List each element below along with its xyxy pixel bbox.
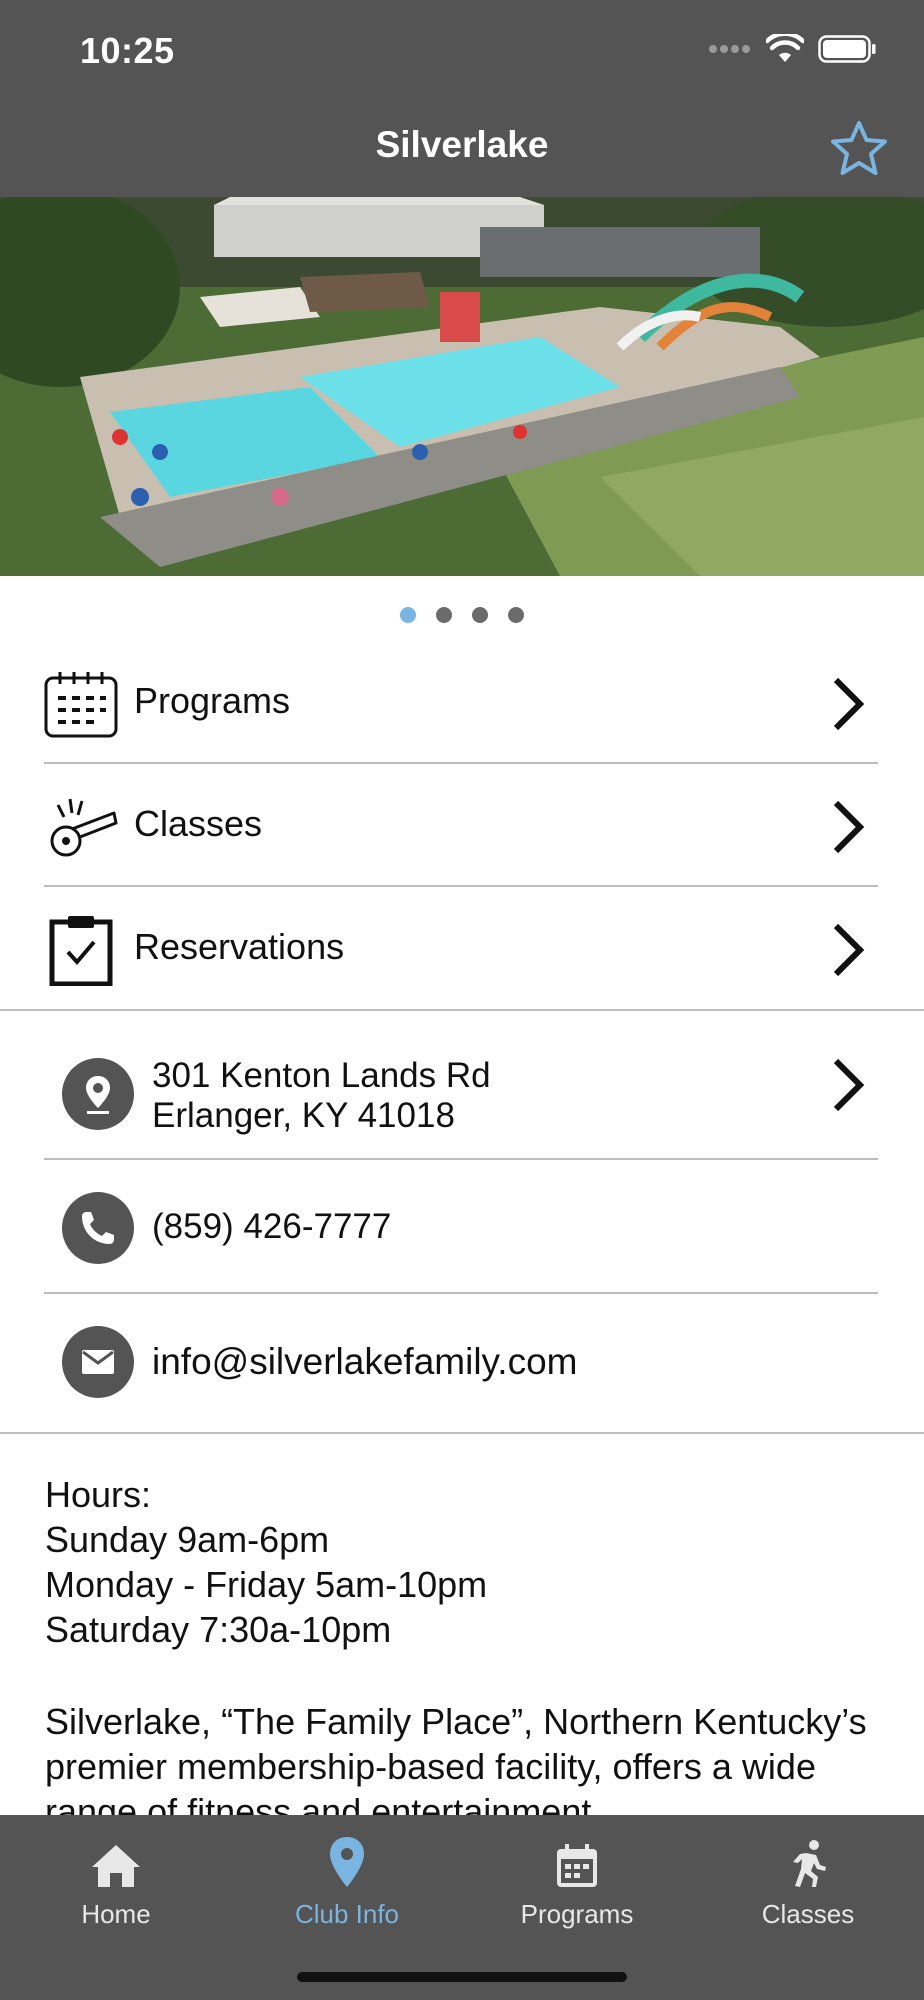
hours-line: Saturday 7:30a-10pm xyxy=(45,1609,392,1650)
hours-heading: Hours: xyxy=(45,1474,152,1515)
chevron-right-icon xyxy=(833,800,865,854)
cellular-signal-icon xyxy=(709,45,750,53)
runner-icon xyxy=(793,1840,826,1887)
tab-club-info-label: Club Info xyxy=(294,1899,400,1929)
page-dot[interactable] xyxy=(508,607,524,623)
page-dot[interactable] xyxy=(472,607,488,623)
battery-icon xyxy=(818,35,876,63)
phone-icon xyxy=(82,1212,114,1244)
tab-home-label: Home xyxy=(81,1899,151,1929)
calendar-icon xyxy=(557,1844,597,1887)
hours-line: Monday - Friday 5am-10pm xyxy=(45,1564,488,1605)
phone-number: (859) 426-7777 xyxy=(152,1207,392,1246)
status-time: 10:25 xyxy=(80,30,175,71)
tab-classes[interactable]: Classes xyxy=(708,1833,908,1930)
section-divider xyxy=(0,1432,924,1434)
favorite-star-icon[interactable] xyxy=(828,118,890,180)
location-circle xyxy=(62,1058,134,1130)
page-dot[interactable] xyxy=(400,607,416,623)
wifi-icon xyxy=(766,34,804,62)
page-title: Silverlake xyxy=(375,124,549,165)
classes-row[interactable]: Classes xyxy=(44,765,878,887)
aerial-pool-photo xyxy=(0,197,924,576)
home-indicator xyxy=(297,1972,627,1982)
tab-classes-label: Classes xyxy=(761,1899,855,1929)
tab-programs-label: Programs xyxy=(520,1899,634,1929)
reservations-row[interactable]: Reservations xyxy=(44,888,878,1010)
classes-label: Classes xyxy=(134,803,263,844)
location-pin-icon xyxy=(330,1837,364,1887)
email-address: info@silverlakefamily.com xyxy=(152,1341,578,1382)
chevron-right-icon xyxy=(833,1058,865,1112)
phone-row[interactable]: (859) 426-7777 xyxy=(44,1160,878,1294)
chevron-right-icon xyxy=(833,677,865,731)
page-dot[interactable] xyxy=(436,607,452,623)
phone-circle xyxy=(62,1192,134,1264)
email-circle xyxy=(62,1326,134,1398)
address-text: 301 Kenton Lands Rd Erlanger, KY 41018 xyxy=(152,1056,491,1136)
club-description: Silverlake, “The Family Place”, Northern… xyxy=(45,1701,867,1832)
email-row[interactable]: info@silverlakefamily.com xyxy=(44,1294,878,1430)
home-icon xyxy=(92,1845,140,1887)
navigation-bar: Silverlake xyxy=(0,100,924,197)
mail-icon xyxy=(82,1350,114,1374)
clipboard-check-icon xyxy=(49,916,113,986)
status-bar: 10:25 xyxy=(0,0,924,100)
hours-block: Hours: Sunday 9am-6pm Monday - Friday 5a… xyxy=(45,1472,885,1652)
calendar-icon xyxy=(44,672,118,738)
programs-row[interactable]: Programs xyxy=(44,642,878,764)
hours-line: Sunday 9am-6pm xyxy=(45,1519,330,1560)
tab-home[interactable]: Home xyxy=(16,1833,216,1930)
whistle-icon xyxy=(50,798,118,857)
club-photo-carousel[interactable] xyxy=(0,197,924,576)
programs-label: Programs xyxy=(134,680,291,721)
chevron-right-icon xyxy=(833,923,865,977)
tab-club-info[interactable]: Club Info xyxy=(247,1833,447,1930)
address-line-2: Erlanger, KY 41018 xyxy=(152,1096,455,1135)
location-pin-icon xyxy=(86,1076,110,1114)
address-line-1: 301 Kenton Lands Rd xyxy=(152,1056,491,1095)
carousel-page-indicator[interactable] xyxy=(0,607,924,623)
status-icons xyxy=(708,34,876,64)
reservations-label: Reservations xyxy=(134,926,345,967)
address-row[interactable]: 301 Kenton Lands Rd Erlanger, KY 41018 xyxy=(44,1011,878,1160)
tab-programs[interactable]: Programs xyxy=(477,1833,677,1930)
